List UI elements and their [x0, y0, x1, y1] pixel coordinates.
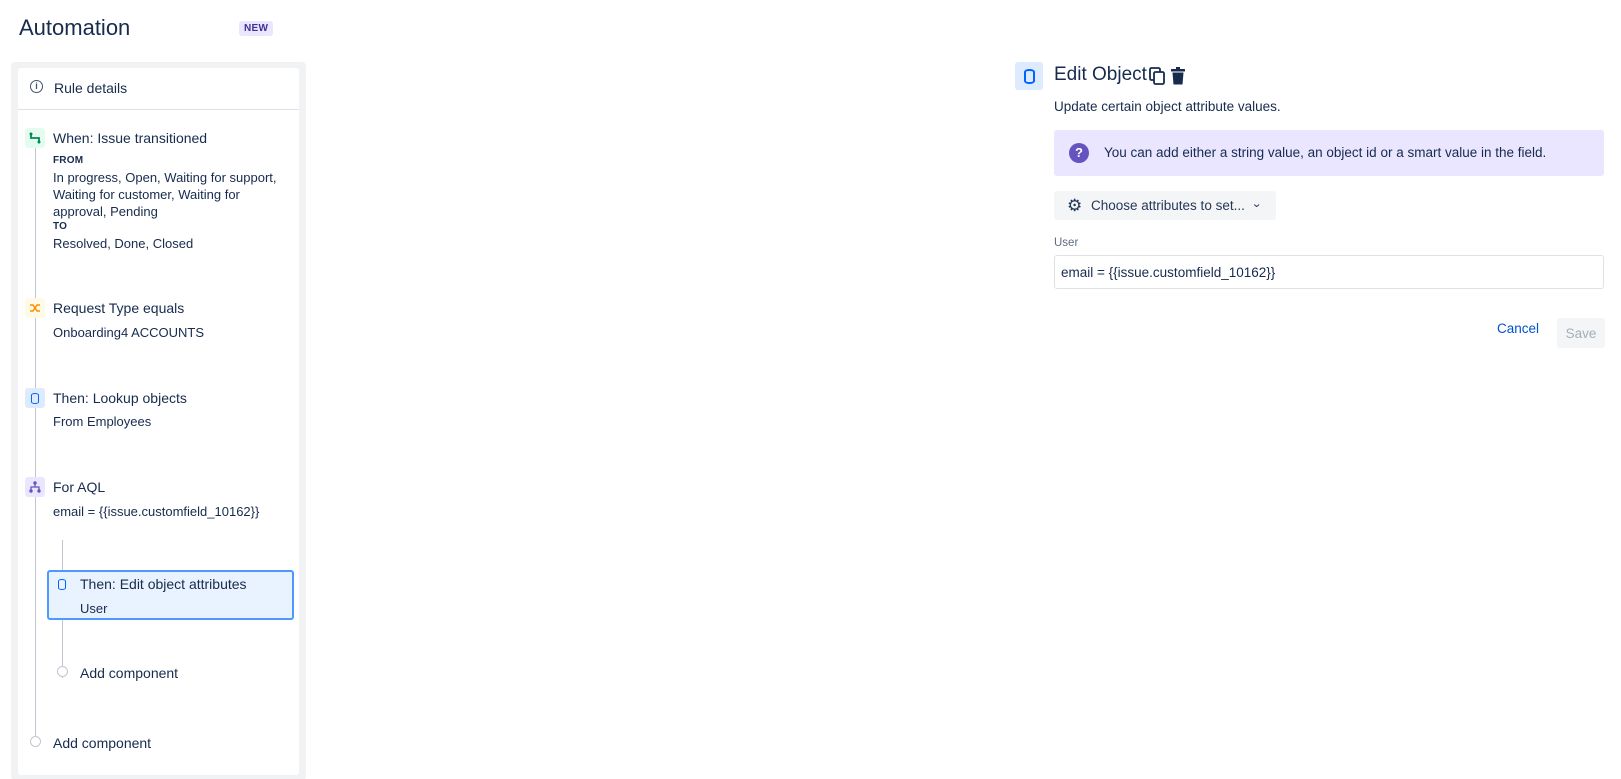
trash-icon[interactable]: [1170, 67, 1186, 85]
add-component-outer[interactable]: Add component: [53, 735, 151, 751]
trigger-from-value: In progress, Open, Waiting for support, …: [53, 170, 277, 219]
lookup-value: From Employees: [53, 414, 152, 429]
panel-title: Edit Object: [1054, 64, 1147, 85]
choose-attributes-button[interactable]: ⚙ Choose attributes to set... ⌄: [1054, 191, 1276, 220]
trigger-to-value: Resolved, Done, Closed: [53, 236, 194, 251]
trigger-title[interactable]: When: Issue transitioned: [53, 130, 207, 146]
chevron-down-icon: ⌄: [1251, 198, 1263, 210]
panel-description: Update certain object attribute values.: [1054, 99, 1281, 114]
database-icon: [53, 575, 71, 593]
user-field-input[interactable]: [1054, 255, 1604, 289]
branch-icon: [25, 477, 45, 497]
page-title: Automation: [19, 15, 131, 40]
question-icon: ?: [1069, 143, 1089, 163]
user-field-label: User: [1054, 237, 1079, 249]
add-component-inner[interactable]: Add component: [80, 665, 178, 681]
edit-action-title[interactable]: Then: Edit object attributes: [80, 576, 247, 592]
condition-value: Onboarding4 ACCOUNTS: [53, 325, 205, 340]
database-icon: [25, 388, 45, 408]
trigger-from-label: FROM: [53, 155, 84, 166]
info-message: ? You can add either a string value, an …: [1054, 130, 1604, 176]
copy-icon[interactable]: [1149, 67, 1165, 85]
shuffle-icon: [25, 298, 45, 318]
condition-title[interactable]: Request Type equals: [53, 300, 184, 316]
rule-details-label: Rule details: [54, 80, 128, 96]
choose-attributes-label: Choose attributes to set...: [1091, 198, 1245, 213]
info-text: You can add either a string value, an ob…: [1104, 145, 1547, 160]
add-component-dot: [57, 666, 68, 677]
lookup-title[interactable]: Then: Lookup objects: [53, 390, 187, 406]
database-icon: [1015, 62, 1043, 90]
branch-title[interactable]: For AQL: [53, 479, 105, 495]
cancel-button[interactable]: Cancel: [1497, 321, 1539, 336]
transition-icon: [25, 128, 45, 148]
add-component-dot: [30, 736, 41, 747]
gear-icon: ⚙: [1067, 196, 1083, 215]
trigger-to-label: TO: [53, 221, 68, 232]
edit-action-value: User: [80, 601, 108, 616]
branch-value: email = {{issue.customfield_10162}}: [53, 504, 260, 519]
info-icon: i: [30, 80, 43, 93]
save-button[interactable]: Save: [1557, 318, 1605, 348]
flow-connector-line: [35, 140, 36, 742]
new-badge: NEW: [239, 21, 274, 36]
rule-details-item[interactable]: i Rule details: [18, 68, 299, 110]
